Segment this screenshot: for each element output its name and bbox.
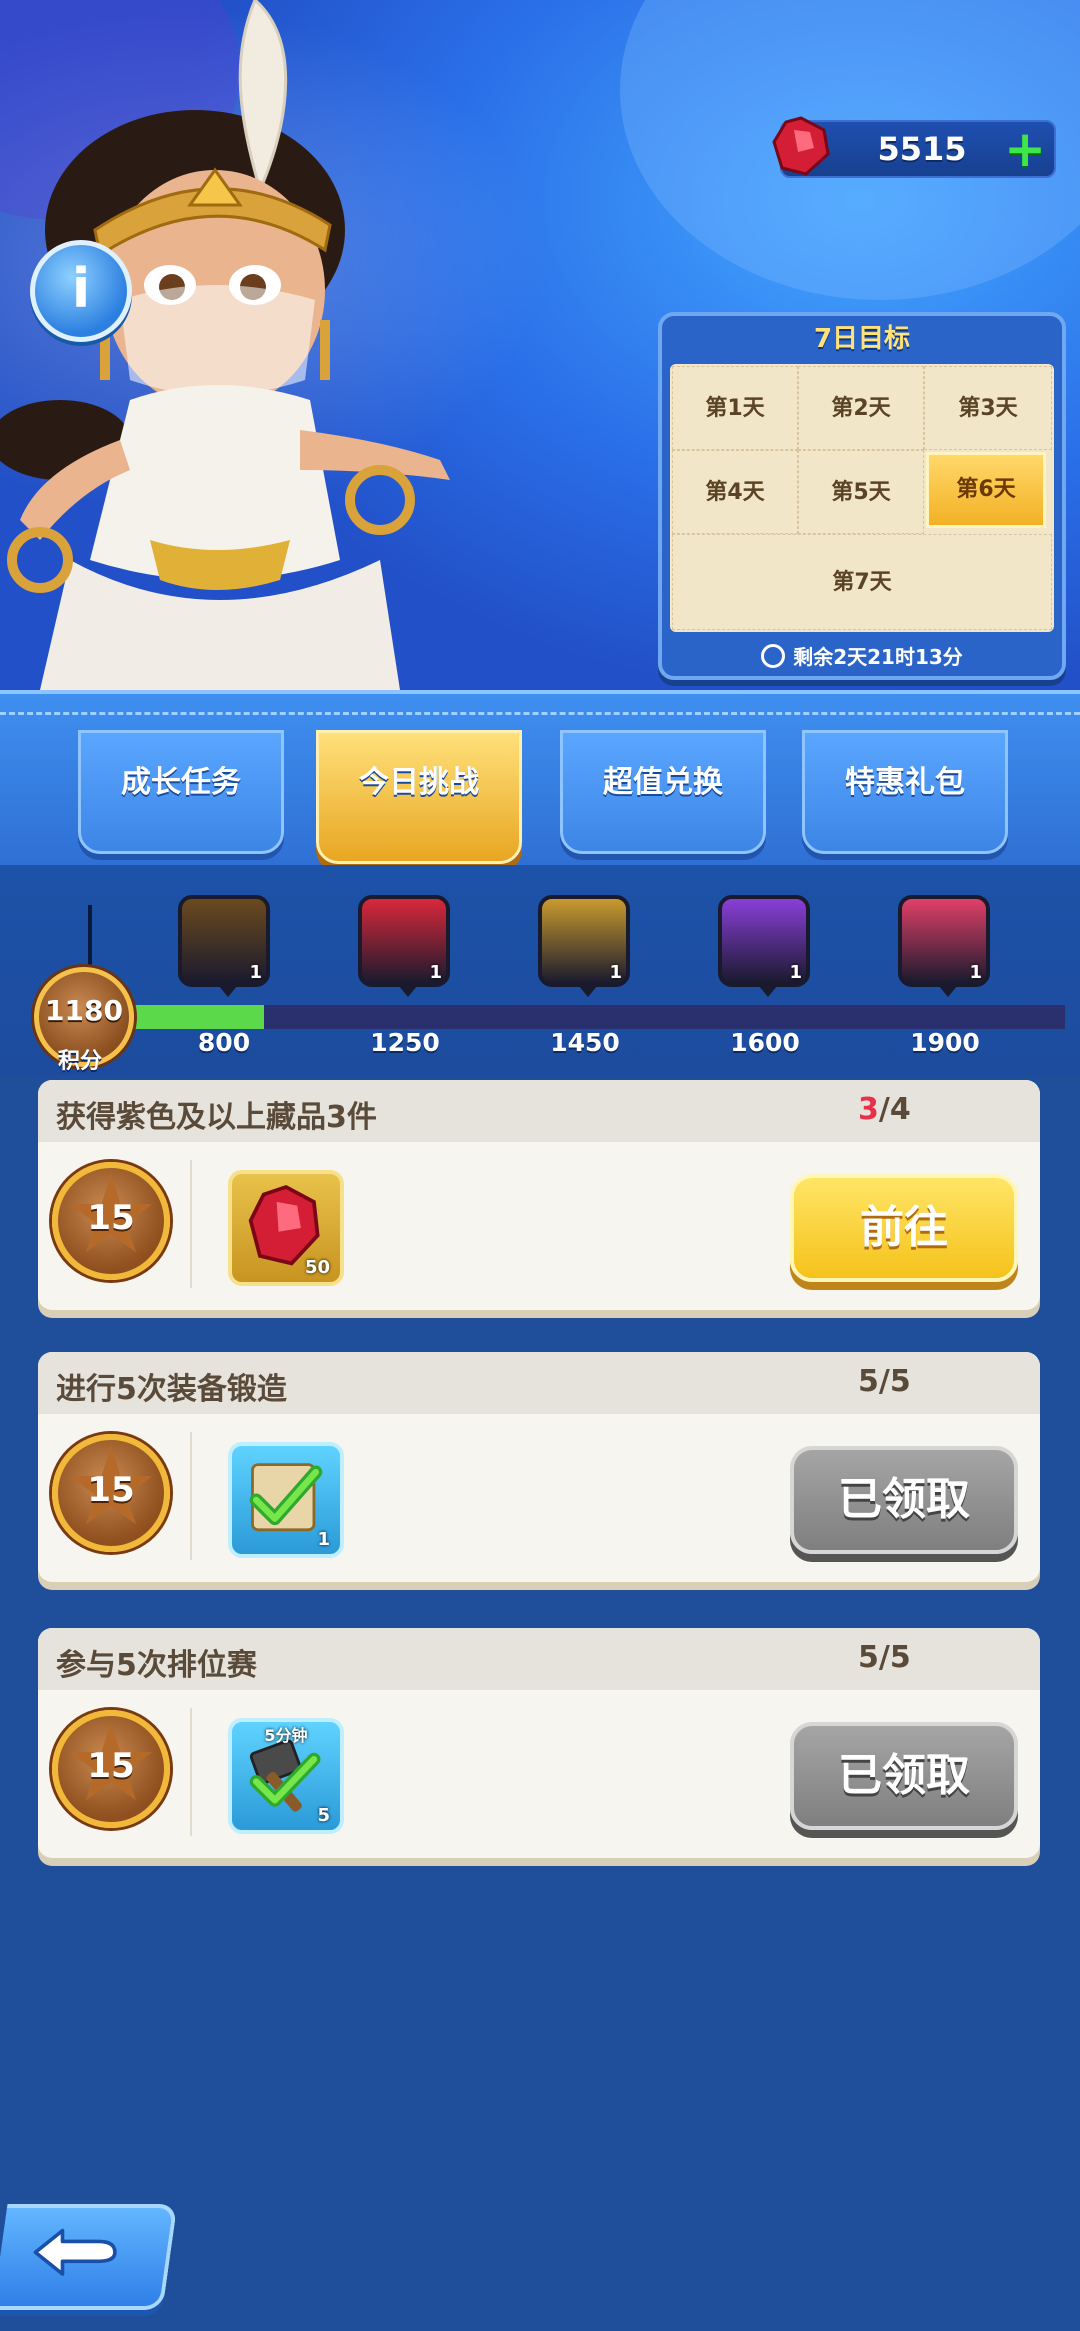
card-divider [190,1432,192,1560]
milestone-count: 1 [249,962,262,983]
claimed-button[interactable]: 已领取 [790,1446,1018,1554]
treasure-chest-icon[interactable]: 1 [718,895,810,997]
seven-day-goal-panel[interactable]: 7日目标 第1天 第2天 第3天 第4天 第5天 第6天 第7天 剩余2天21时… [658,312,1066,680]
milestone-pointer [398,985,418,997]
badge-points: 15 [87,1746,135,1786]
milestone-value: 1450 [550,1028,620,1057]
reward-qty: 1 [317,1529,330,1550]
task-card: 进行5次装备锻造 5/5 15 1 已领取 [38,1352,1040,1582]
points-star-badge: 15 [52,1710,170,1828]
milestone-value: 1250 [370,1028,440,1057]
goal-timer-text: 剩余2天21时13分 [793,645,963,669]
task-title: 进行5次装备锻造 [56,1372,287,1407]
goal-timer: 剩余2天21时13分 [662,641,1062,670]
reward-duration: 5分钟 [264,1726,308,1745]
info-button[interactable]: i [30,240,132,342]
reward-qty: 5 [317,1805,330,1826]
gem-currency-display: 5515 + [772,116,1056,178]
milestone-pointer [218,985,238,997]
back-button[interactable] [0,2204,178,2310]
task-progress-current: 5 [858,1364,879,1399]
clock-icon [761,644,786,668]
goal-days-board: 第1天 第2天 第3天 第4天 第5天 第6天 第7天 [670,364,1054,632]
gem-amount: 5515 [877,130,967,168]
golden-scroll-icon[interactable]: 1 [358,895,450,997]
goal-day-active[interactable]: 第6天 [926,452,1046,528]
go-button[interactable]: 前往 [790,1174,1018,1282]
task-title: 参与5次排位赛 [56,1648,257,1683]
task-progress-total: /5 [878,1640,911,1675]
task-progress: 5/5 [858,1640,911,1675]
points-star-badge: 15 [52,1162,170,1280]
milestone-value: 800 [197,1028,251,1057]
hero-portrait-icon[interactable]: 1 [898,895,990,997]
milestone-pointer [578,985,598,997]
tab-bar-stitch [0,712,1080,715]
badge-points: 15 [87,1198,135,1238]
task-card: 获得紫色及以上藏品3件 3/4 15 50 前往 [38,1080,1040,1310]
reward-qty: 50 [304,1257,330,1278]
milestone-pointer [758,985,778,997]
points-value: 1180 [45,994,123,1027]
goal-panel-title: 7日目标 [813,324,911,354]
back-arrow-icon [33,2228,117,2276]
goal-day[interactable]: 第7天 [672,534,1052,630]
tab-bar: 成长任务 今日挑战 超值兑换 特惠礼包 [0,690,1080,869]
reward-item[interactable]: 5分钟 5 [228,1718,344,1834]
claimed-button[interactable]: 已领取 [790,1722,1018,1830]
tab-growth-tasks[interactable]: 成长任务 [78,730,284,854]
milestone-count: 1 [969,962,982,983]
tab-special-packs[interactable]: 特惠礼包 [802,730,1008,854]
ruby-gem-icon [772,116,830,176]
milestone-value: 1900 [910,1028,980,1057]
points-progress-area: 1 1 1 1 1 800 1250 1450 1600 1900 1180 积分 [0,865,1080,1075]
reward-item[interactable]: 50 [228,1170,344,1286]
tab-daily-challenge[interactable]: 今日挑战 [316,730,522,864]
tab-value-exchange[interactable]: 超值兑换 [560,730,766,854]
milestone-count: 1 [789,962,802,983]
goal-day[interactable]: 第1天 [672,366,798,450]
goal-day[interactable]: 第4天 [672,450,798,534]
card-divider [190,1708,192,1836]
goal-day[interactable]: 第3天 [924,366,1052,450]
milestone-count: 1 [429,962,442,983]
task-title: 获得紫色及以上藏品3件 [56,1100,377,1135]
goal-day[interactable]: 第5天 [798,450,924,534]
milestone-pointer [938,985,958,997]
task-progress: 3/4 [858,1092,911,1127]
milestone-count: 1 [609,962,622,983]
points-label: 积分 [57,1049,102,1074]
task-progress-current: 5 [858,1640,879,1675]
add-gems-button[interactable]: + [1004,124,1046,174]
weapons-bundle-icon[interactable]: 1 [538,895,630,997]
hero-banner: i 5515 + 7日目标 第1天 第2天 第3天 第4天 第5天 第6天 第7… [0,0,1080,690]
goal-day[interactable]: 第2天 [798,366,924,450]
milestone-value: 1600 [730,1028,800,1057]
task-progress: 5/5 [858,1364,911,1399]
badge-points: 15 [87,1470,135,1510]
task-card: 参与5次排位赛 5/5 15 5分钟 5 已领取 [38,1628,1040,1858]
hero-character-illustration [0,0,450,690]
card-divider [190,1160,192,1288]
info-icon: i [71,257,91,320]
points-star-badge: 15 [52,1434,170,1552]
reward-item[interactable]: 1 [228,1442,344,1558]
task-progress-current: 3 [858,1092,879,1127]
task-progress-total: /4 [878,1092,911,1127]
task-progress-total: /5 [878,1364,911,1399]
scroll-check-icon[interactable]: 1 [178,895,270,997]
